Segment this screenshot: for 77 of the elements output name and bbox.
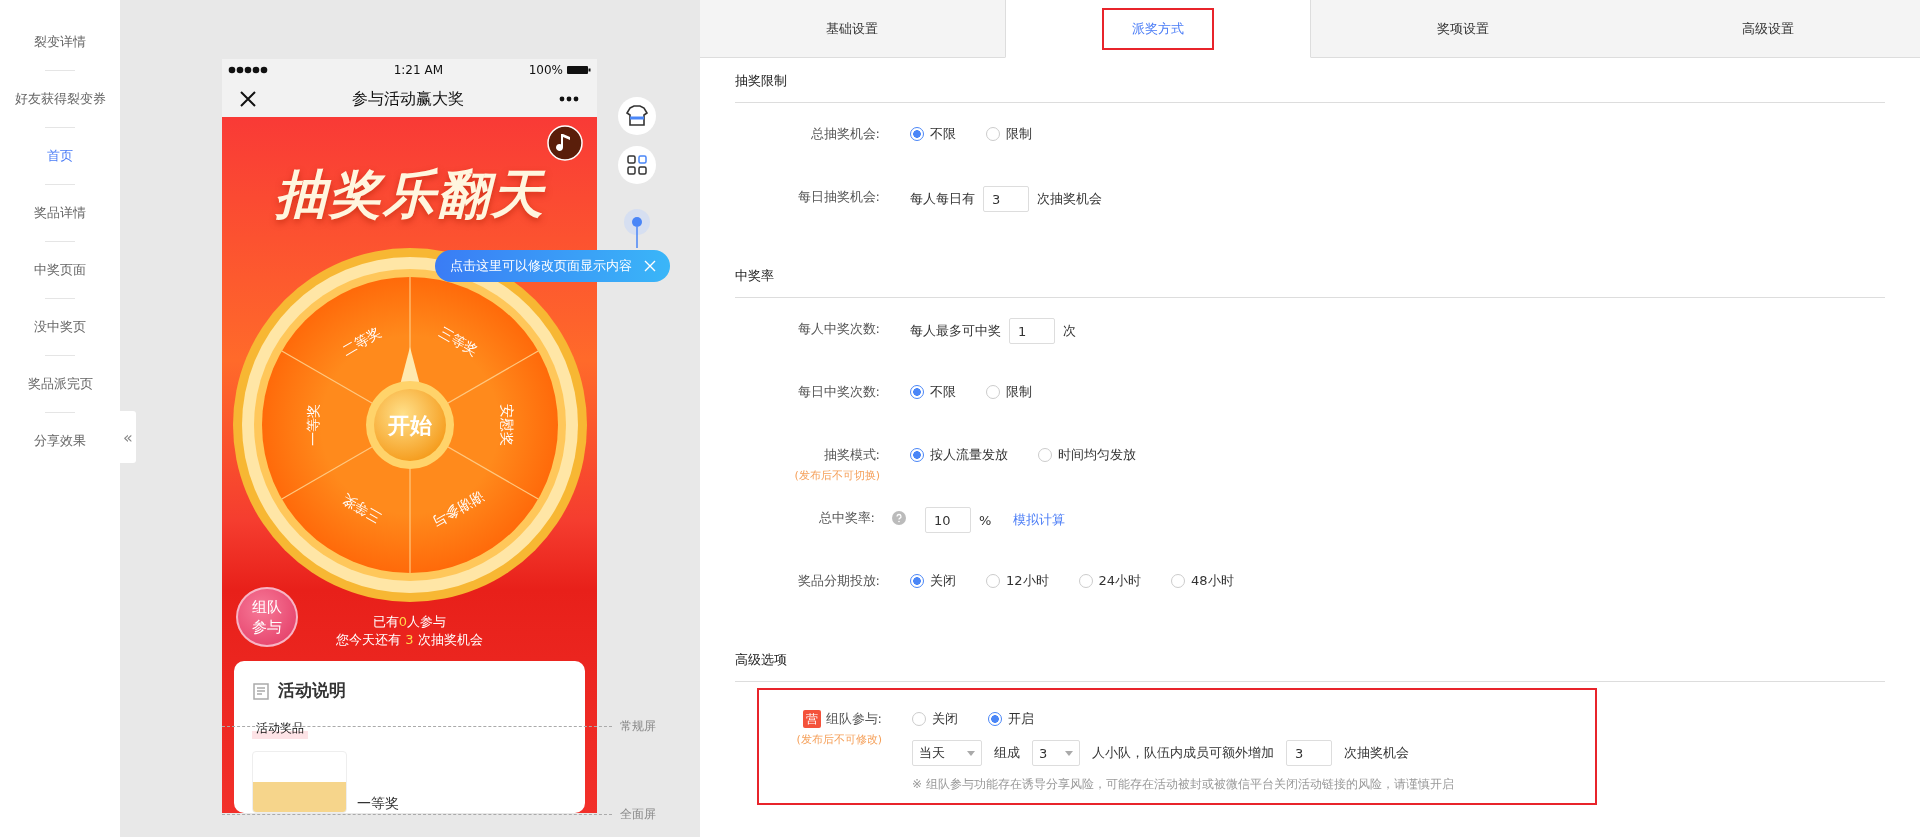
radio-option[interactable]: 48小时	[1171, 570, 1234, 592]
tooltip-text: 点击这里可以修改页面显示内容	[450, 257, 632, 275]
sidebar-item[interactable]: 中奖页面	[34, 258, 86, 282]
field-text: 人小队，队伍内成员可额外增加	[1092, 744, 1274, 762]
sidebar-item[interactable]: 分享效果	[34, 429, 86, 453]
settings-tab[interactable]: 派奖方式	[1004, 0, 1311, 58]
banner-title: 抽奖乐翻天	[274, 163, 545, 226]
field-note: (发布后不可切换)	[793, 468, 880, 483]
document-icon	[252, 680, 272, 701]
sidebar-item[interactable]: 裂变详情	[34, 30, 86, 54]
simulate-link[interactable]: 模拟计算	[1013, 511, 1066, 529]
warning-text: ※ 组队参与功能存在诱导分享风险，可能存在活动被封或被微信平台关闭活动链接的风险，请谨慎开启	[912, 776, 1454, 793]
radio-option[interactable]: 开启	[988, 708, 1034, 730]
radio-option[interactable]: 不限	[910, 381, 956, 403]
radio-option[interactable]: 不限	[910, 123, 956, 145]
input-field[interactable]: 3	[983, 186, 1029, 212]
pointer-pin-drawing	[622, 208, 652, 248]
settings-tab[interactable]: 基础设置	[700, 0, 1005, 58]
collapse-button[interactable]: «	[120, 411, 136, 463]
radio-option[interactable]: 24小时	[1078, 570, 1142, 592]
field-text: 次	[1063, 322, 1076, 340]
sidebar-item[interactable]: 奖品派完页	[27, 372, 93, 396]
radio-option[interactable]: 按人流量发放	[910, 444, 1008, 466]
input-field[interactable]: 10	[925, 507, 971, 533]
status-time: 1:21 AM	[393, 63, 443, 78]
field-label: 每日抽奖机会:	[797, 188, 880, 206]
field-label: 总抽奖机会:	[810, 125, 880, 143]
battery-icon	[567, 65, 591, 76]
screen-marker-label: 常规屏	[620, 718, 656, 735]
radio-option[interactable]: 12小时	[986, 570, 1049, 592]
sidebar-item[interactable]: 奖品详情	[34, 201, 86, 225]
input-field[interactable]: 1	[1009, 318, 1055, 344]
signal-icon	[228, 66, 268, 75]
radio-option[interactable]: 时间均匀发放	[1038, 444, 1136, 466]
field-text: 每人最多可中奖	[910, 322, 1001, 340]
section-title: 抽奖限制	[735, 62, 1885, 103]
marketing-badge: 营	[802, 710, 821, 728]
period-select[interactable]: 当天	[912, 740, 982, 766]
section-title: 中奖率	[735, 257, 1885, 298]
field-note: (发布后不可修改)	[795, 732, 882, 747]
field-label: 总中奖率:	[818, 509, 875, 527]
page-title: 参与活动赢大奖	[351, 88, 464, 110]
field-text: 次抽奖机会	[1344, 744, 1409, 762]
field-text: 组成	[994, 744, 1020, 762]
radio-option[interactable]: 关闭	[910, 570, 956, 592]
prize-name: 一等奖	[357, 795, 399, 813]
field-label: 奖品分期投放:	[797, 572, 880, 590]
field-label: 每人中奖次数:	[797, 320, 880, 338]
sidebar-item[interactable]: 首页	[47, 144, 73, 168]
section-title: 高级选项	[735, 641, 1885, 682]
caret-icon	[967, 750, 975, 756]
close-icon[interactable]	[240, 91, 256, 108]
more-icon[interactable]	[559, 96, 579, 103]
field-text: 次抽奖机会	[1037, 190, 1102, 208]
field-text: 每人每日有	[910, 190, 975, 208]
battery-text: 100%	[528, 63, 563, 78]
radio-option[interactable]: 限制	[986, 123, 1032, 145]
draw-stats-text: 您今天还有 3 次抽奖机会	[336, 631, 483, 649]
sidebar-item[interactable]: 没中奖页	[34, 315, 86, 339]
field-label: 每日中奖次数:	[797, 383, 880, 401]
input-field[interactable]: 3	[1286, 740, 1332, 766]
radio-option[interactable]: 限制	[986, 381, 1032, 403]
screen-marker-label: 全面屏	[620, 806, 656, 823]
grid-icon[interactable]	[617, 145, 657, 185]
caret-icon	[1065, 750, 1073, 756]
music-note-icon[interactable]	[547, 125, 583, 161]
shirt-icon[interactable]	[617, 96, 657, 136]
radio-option[interactable]: 关闭	[912, 708, 958, 730]
settings-tab[interactable]: 高级设置	[1615, 0, 1920, 58]
draw-stats-text: 已有0人参与	[372, 613, 447, 631]
unit-text: %	[979, 512, 992, 528]
settings-tab[interactable]: 奖项设置	[1311, 0, 1616, 58]
card-title: 活动说明	[278, 679, 346, 702]
field-label: 组队参与:	[825, 710, 882, 728]
sidebar-item[interactable]: 好友获得裂变券	[14, 87, 106, 111]
field-label: 抽奖模式:	[823, 446, 880, 464]
team-size-select[interactable]: 3	[1032, 740, 1080, 766]
